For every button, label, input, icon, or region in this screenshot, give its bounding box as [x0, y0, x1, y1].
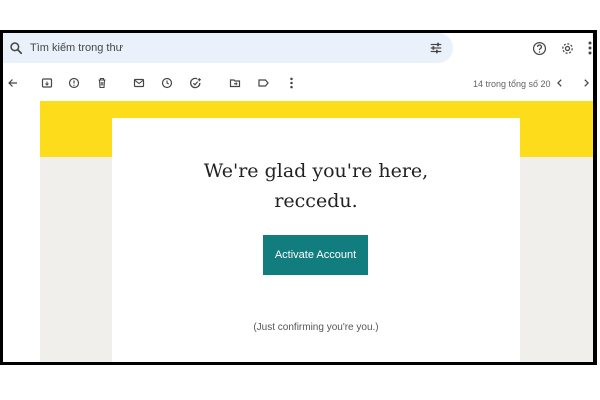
welcome-headline: We're glad you're here, reccedu.: [112, 156, 520, 216]
gmail-window: 14 trong tổng số 20 We're glad you're he…: [0, 30, 597, 365]
back-arrow-icon[interactable]: [5, 75, 21, 91]
help-icon[interactable]: [532, 33, 547, 63]
email-body: We're glad you're here, reccedu. Activat…: [40, 101, 593, 362]
search-input[interactable]: [30, 40, 410, 56]
search-bar[interactable]: [3, 33, 453, 63]
pagination-text: 14 trong tổng số 20: [473, 79, 551, 89]
mark-unread-icon[interactable]: [131, 75, 147, 91]
chevron-left-icon[interactable]: [552, 75, 568, 91]
tune-icon[interactable]: [429, 41, 443, 55]
delete-icon[interactable]: [94, 75, 110, 91]
label-icon[interactable]: [255, 75, 271, 91]
move-to-icon[interactable]: [227, 75, 243, 91]
headline-line-2: reccedu.: [274, 190, 358, 212]
more-actions-icon[interactable]: [283, 75, 299, 91]
report-spam-icon[interactable]: [66, 75, 82, 91]
activate-account-button[interactable]: Activate Account: [263, 235, 368, 275]
add-task-icon[interactable]: [187, 75, 203, 91]
more-vert-icon[interactable]: [587, 33, 593, 63]
archive-icon[interactable]: [39, 75, 55, 91]
snooze-icon[interactable]: [159, 75, 175, 91]
search-icon[interactable]: [9, 41, 23, 55]
message-toolbar: 14 trong tổng số 20: [3, 71, 593, 95]
gear-icon[interactable]: [560, 33, 575, 63]
confirmation-note: (Just confirming you're you.): [253, 322, 379, 333]
email-card: We're glad you're here, reccedu. Activat…: [112, 118, 520, 362]
headline-line-1: We're glad you're here,: [203, 160, 429, 182]
chevron-right-icon[interactable]: [578, 75, 593, 91]
